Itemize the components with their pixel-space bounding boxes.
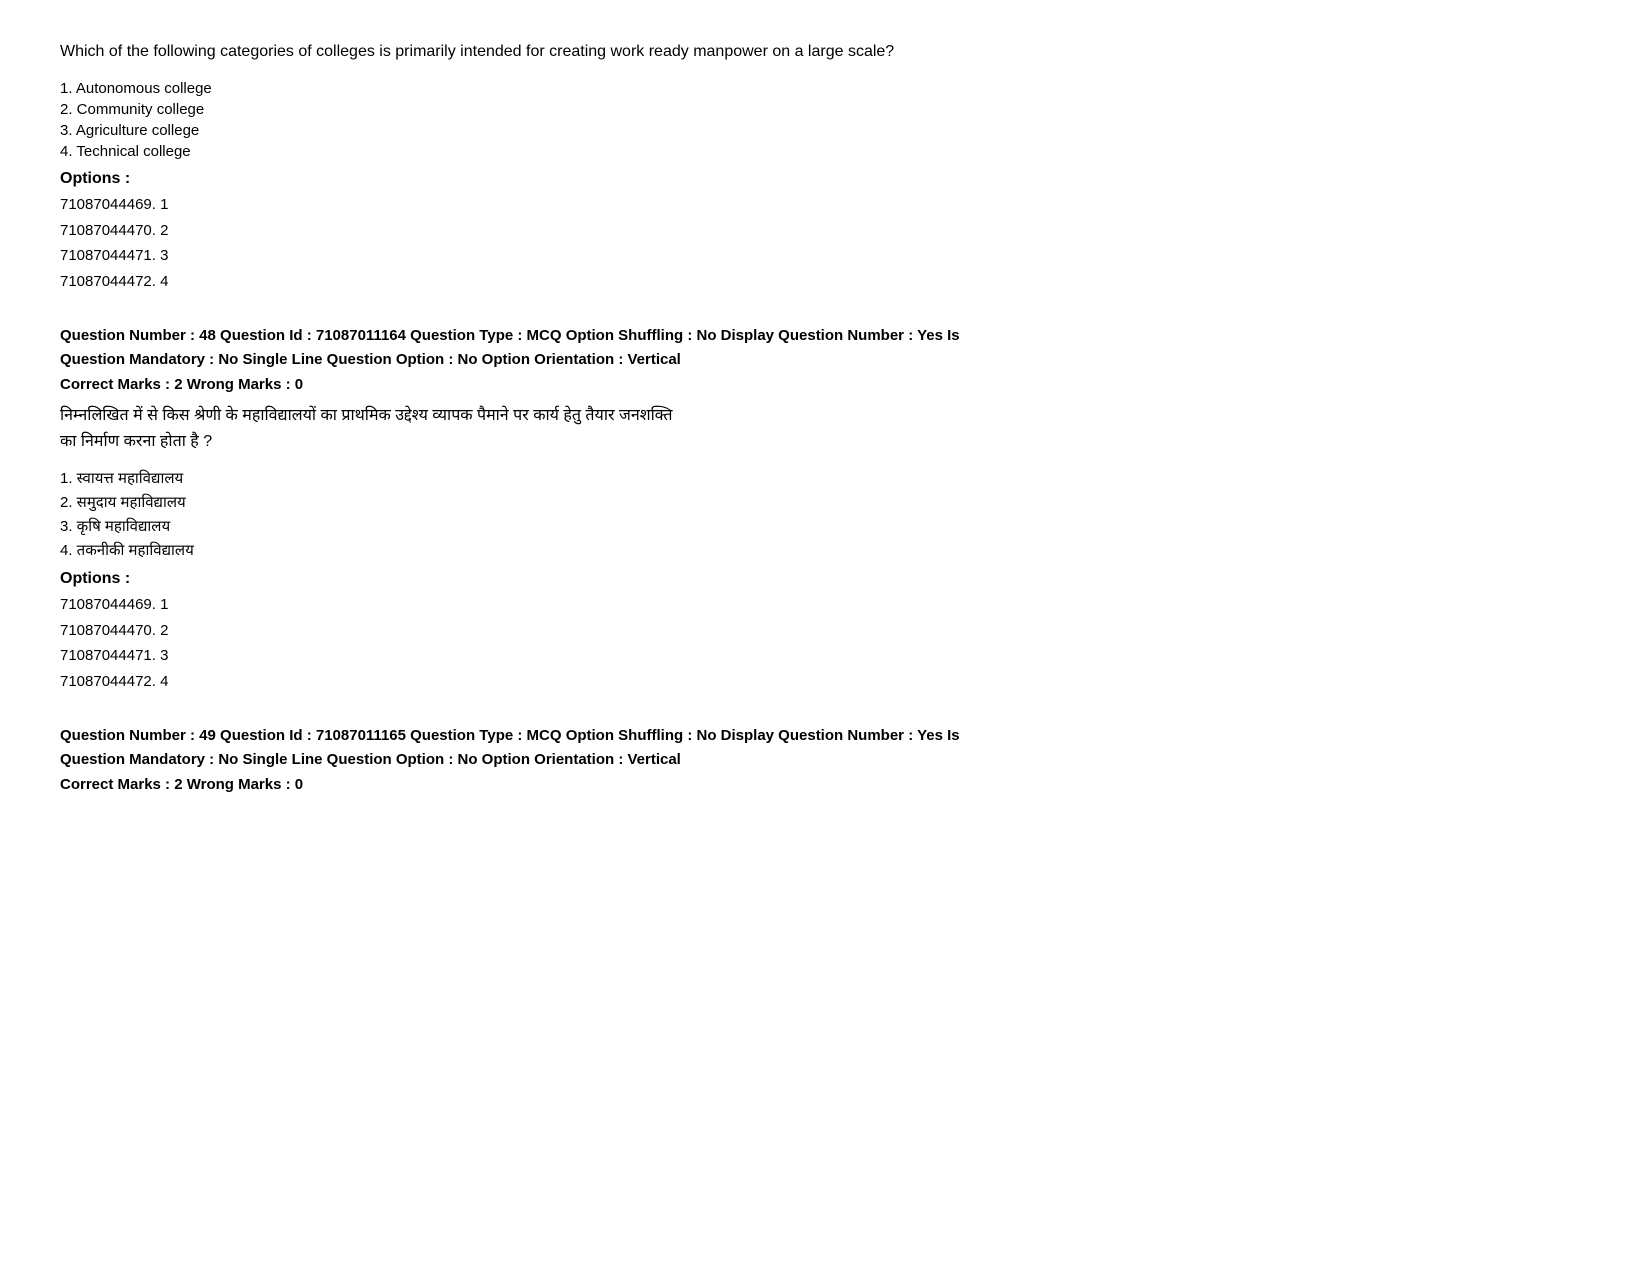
q48-hindi-question: निम्नलिखित में से किस श्रेणी के महाविद्य… <box>60 403 1590 454</box>
q47-option-1: 1. Autonomous college <box>60 80 1590 97</box>
q48-meta-line2: Question Mandatory : No Single Line Ques… <box>60 348 1590 372</box>
q49-meta: Question Number : 49 Question Id : 71087… <box>60 724 1590 772</box>
q47-option-ids: 71087044469. 1 71087044470. 2 7108704447… <box>60 192 1590 294</box>
q48-option-id-1: 71087044469. 1 <box>60 592 1590 618</box>
q48-meta: Question Number : 48 Question Id : 71087… <box>60 324 1590 372</box>
q47-option-id-4: 71087044472. 4 <box>60 269 1590 295</box>
q47-option-4: 4. Technical college <box>60 143 1590 160</box>
q48-meta-line1: Question Number : 48 Question Id : 71087… <box>60 324 1590 348</box>
q48-options-label: Options : <box>60 570 1590 588</box>
q47-options-label: Options : <box>60 170 1590 188</box>
q48-hindi-line1: निम्नलिखित में से किस श्रेणी के महाविद्य… <box>60 403 1590 429</box>
q48-options-list: 1. स्वायत्त महाविद्यालय 2. समुदाय महाविद… <box>60 468 1590 560</box>
q49-meta-line1: Question Number : 49 Question Id : 71087… <box>60 724 1590 748</box>
q47-options-list: 1. Autonomous college 2. Community colle… <box>60 80 1590 160</box>
q48-hindi-line2: का निर्माण करना होता है ? <box>60 429 1590 455</box>
q48-option-2: 2. समुदाय महाविद्यालय <box>60 492 1590 512</box>
q48-option-ids: 71087044469. 1 71087044470. 2 7108704447… <box>60 592 1590 694</box>
q49-meta-line2: Question Mandatory : No Single Line Ques… <box>60 748 1590 772</box>
q47-option-2: 2. Community college <box>60 101 1590 118</box>
q47-option-id-2: 71087044470. 2 <box>60 218 1590 244</box>
q47-question-text: Which of the following categories of col… <box>60 40 1590 64</box>
q48-option-4: 4. तकनीकी महाविद्यालय <box>60 540 1590 560</box>
q48-correct-marks: Correct Marks : 2 Wrong Marks : 0 <box>60 376 1590 393</box>
q49-section: Question Number : 49 Question Id : 71087… <box>60 724 1590 793</box>
q47-section: Which of the following categories of col… <box>60 40 1590 294</box>
q49-correct-marks: Correct Marks : 2 Wrong Marks : 0 <box>60 776 1590 793</box>
q48-section: Question Number : 48 Question Id : 71087… <box>60 324 1590 694</box>
q47-option-id-1: 71087044469. 1 <box>60 192 1590 218</box>
q48-option-id-3: 71087044471. 3 <box>60 643 1590 669</box>
q48-option-3: 3. कृषि महाविद्यालय <box>60 516 1590 536</box>
q48-option-id-4: 71087044472. 4 <box>60 669 1590 695</box>
q47-option-id-3: 71087044471. 3 <box>60 243 1590 269</box>
q48-option-id-2: 71087044470. 2 <box>60 618 1590 644</box>
q48-option-1: 1. स्वायत्त महाविद्यालय <box>60 468 1590 488</box>
q47-option-3: 3. Agriculture college <box>60 122 1590 139</box>
